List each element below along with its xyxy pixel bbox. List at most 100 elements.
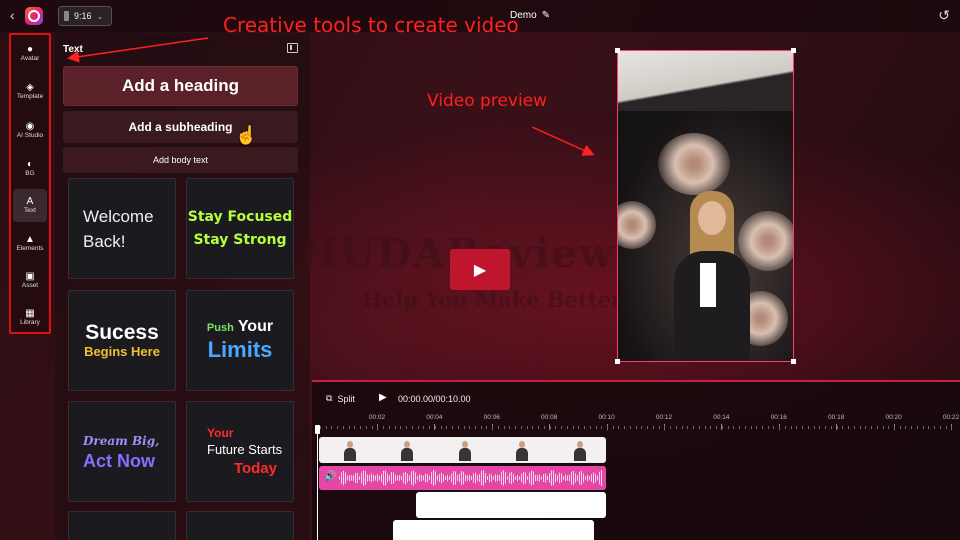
text-template-stay-focused[interactable]: Stay Focused Stay Strong bbox=[186, 178, 294, 279]
minor-tick bbox=[635, 426, 637, 429]
minor-tick bbox=[733, 426, 735, 429]
minor-tick bbox=[767, 426, 769, 429]
waveform-bar bbox=[365, 470, 366, 486]
waveform-bar bbox=[481, 470, 482, 486]
minor-tick bbox=[836, 426, 838, 429]
waveform-bar bbox=[529, 472, 530, 484]
waveform-bar bbox=[463, 471, 464, 485]
waveform-bar bbox=[353, 475, 354, 481]
waveform-bar bbox=[511, 471, 512, 485]
sidebar-item-text[interactable]: A Text bbox=[13, 189, 47, 222]
waveform-bar bbox=[505, 472, 506, 484]
waveform-bar bbox=[357, 473, 358, 483]
waveform-bar bbox=[443, 474, 444, 482]
waveform-bar bbox=[581, 471, 582, 485]
waveform-bar bbox=[551, 470, 552, 486]
waveform-bar bbox=[541, 476, 542, 480]
template-text: Act Now bbox=[83, 450, 155, 471]
waveform-bar bbox=[583, 473, 584, 483]
panel-title: Text bbox=[63, 44, 83, 55]
sidebar-item-template[interactable]: ◈ Template bbox=[13, 75, 47, 108]
add-body-text-button[interactable]: Add body text bbox=[63, 147, 298, 173]
waveform-bar bbox=[569, 474, 570, 482]
sidebar-item-asset[interactable]: ▣ Asset bbox=[13, 264, 47, 297]
waveform-bar bbox=[473, 473, 474, 483]
avatar-face bbox=[698, 201, 726, 235]
pencil-icon[interactable]: ✎ bbox=[542, 10, 550, 21]
waveform-bar bbox=[423, 475, 424, 481]
minor-tick bbox=[848, 426, 850, 429]
minor-tick bbox=[538, 426, 540, 429]
text-template-welcome[interactable]: Welcome Back! bbox=[68, 178, 176, 279]
minor-tick bbox=[865, 426, 867, 429]
collapse-panel-icon[interactable] bbox=[287, 43, 298, 53]
waveform-bar bbox=[591, 474, 592, 482]
avatar-shirt bbox=[700, 263, 716, 307]
resize-handle[interactable] bbox=[791, 48, 796, 53]
thumbnail-head bbox=[404, 441, 410, 448]
annotation-tools: Creative tools to create video bbox=[223, 13, 519, 37]
video-track-clip[interactable] bbox=[319, 437, 606, 463]
text-template-sucess[interactable]: Sucess Begins Here bbox=[68, 290, 176, 391]
play-button[interactable]: ▶ bbox=[450, 249, 510, 290]
minor-tick bbox=[578, 426, 580, 429]
minor-tick bbox=[486, 426, 488, 429]
aspect-ratio-select[interactable]: 9:16 ⌄ bbox=[58, 6, 112, 26]
text-track-clip[interactable] bbox=[393, 520, 594, 540]
text-panel: Text Add a heading Add a subheading Add … bbox=[55, 33, 310, 540]
template-text: Stay Focused bbox=[187, 208, 293, 225]
waveform-bar bbox=[351, 475, 352, 481]
minor-tick bbox=[796, 426, 798, 429]
timeline-play-icon[interactable]: ▶ bbox=[379, 392, 387, 403]
waveform-bar bbox=[393, 472, 394, 484]
waveform-bar bbox=[407, 473, 408, 483]
text-template-dream-big[interactable]: Dream Big, Act Now bbox=[68, 401, 176, 502]
minor-tick bbox=[320, 426, 321, 429]
waveform-bar bbox=[363, 470, 364, 486]
sidebar-item-avatar[interactable]: ● Avatar bbox=[13, 37, 47, 70]
minor-tick bbox=[882, 426, 884, 429]
sidebar-item-bg[interactable]: ◐ BG bbox=[13, 152, 47, 185]
playhead[interactable] bbox=[317, 428, 318, 540]
split-button[interactable]: ⧉ Split bbox=[326, 393, 355, 404]
video-preview[interactable] bbox=[617, 50, 794, 362]
minor-tick bbox=[417, 426, 419, 429]
waveform-bar bbox=[367, 474, 368, 482]
clip-thumbnail bbox=[400, 439, 414, 461]
minor-tick bbox=[675, 426, 677, 429]
text-track-clip[interactable] bbox=[416, 492, 606, 518]
time-ruler[interactable]: 00:02 00:04 00:06 00:08 00:10 00:12 00:14 00:16… bbox=[316, 414, 960, 436]
sidebar-item-library[interactable]: ▦ Library bbox=[13, 301, 47, 334]
minor-tick bbox=[899, 426, 901, 429]
waveform-bar bbox=[465, 474, 466, 482]
minor-tick bbox=[612, 426, 614, 429]
resize-handle[interactable] bbox=[791, 359, 796, 364]
text-template-card[interactable] bbox=[186, 511, 294, 540]
waveform-bar bbox=[379, 475, 380, 481]
images-icon: ▣ bbox=[25, 270, 35, 282]
waveform-bar bbox=[561, 473, 562, 483]
text-template-future[interactable]: Your Future Starts Today bbox=[186, 401, 294, 502]
waveform-bar bbox=[543, 474, 544, 482]
sidebar-item-ai-studio[interactable]: ◉ AI Studio bbox=[13, 113, 47, 149]
resize-handle[interactable] bbox=[615, 359, 620, 364]
paper-background bbox=[618, 51, 793, 111]
add-heading-button[interactable]: Add a heading bbox=[63, 66, 298, 106]
undo-icon[interactable]: ↺ bbox=[938, 7, 950, 24]
waveform-bar bbox=[545, 473, 546, 483]
tick-label: 00:20 bbox=[885, 414, 902, 421]
play-icon: ▶ bbox=[473, 261, 487, 279]
clip-thumbnail bbox=[573, 439, 587, 461]
add-subheading-button[interactable]: Add a subheading bbox=[63, 111, 298, 143]
sidebar-item-elements[interactable]: ▲ Elements bbox=[13, 227, 47, 260]
back-icon[interactable]: ‹ bbox=[10, 7, 15, 23]
text-template-push-limits[interactable]: Push Your Limits bbox=[186, 290, 294, 391]
clip-thumbnail bbox=[343, 439, 357, 461]
minor-tick bbox=[360, 426, 362, 429]
minor-tick bbox=[779, 426, 781, 429]
audio-track-clip[interactable]: 🔊 bbox=[319, 466, 606, 490]
resize-handle[interactable] bbox=[615, 48, 620, 53]
text-template-card[interactable] bbox=[68, 511, 176, 540]
minor-tick bbox=[497, 426, 499, 429]
waveform-bar bbox=[405, 471, 406, 485]
